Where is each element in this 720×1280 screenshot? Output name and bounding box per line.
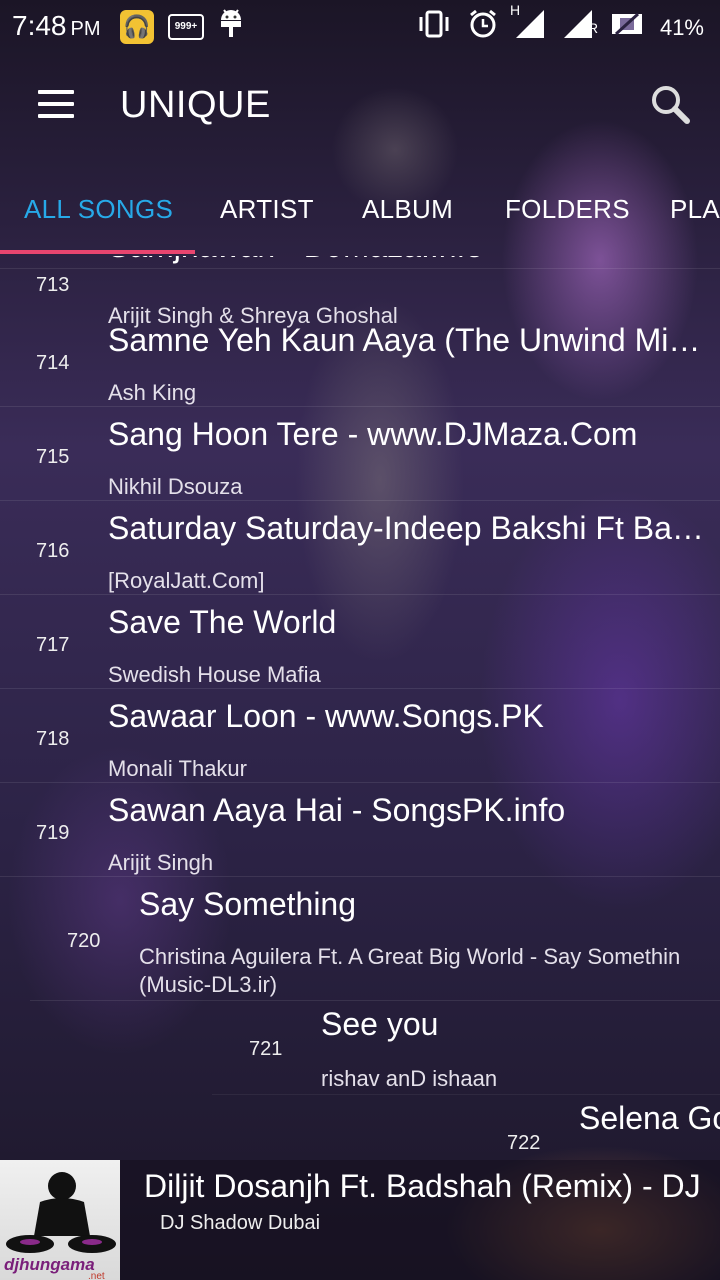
- menu-icon[interactable]: [38, 90, 74, 118]
- song-title: Sawan Aaya Hai - SongsPK.info: [108, 792, 566, 828]
- list-item[interactable]: Saturday Saturday-Indeep Bakshi Ft Ba… 7…: [0, 500, 720, 595]
- no-sim-icon: [610, 10, 644, 45]
- alarm-icon: [468, 9, 498, 46]
- song-title: Samne Yeh Kaun Aaya (The Unwind Mi…: [108, 322, 701, 358]
- tab-folders[interactable]: FOLDERS: [505, 194, 630, 225]
- song-artist: rishav anD ishaan: [321, 1066, 498, 1091]
- signal-r-icon: R: [562, 8, 598, 47]
- list-item[interactable]: Sawan Aaya Hai - SongsPK.info 719 Arijit…: [0, 782, 720, 877]
- now-playing-artist: DJ Shadow Dubai: [160, 1212, 321, 1234]
- battery-level: 41%: [659, 14, 704, 40]
- song-artist: Swedish House Mafia: [108, 662, 321, 687]
- song-list[interactable]: Samjhawan - DJMaza.Info 713 Arijit Singh…: [0, 256, 720, 1160]
- list-item[interactable]: Say Something 720 Christina Aguilera Ft.…: [30, 876, 720, 1001]
- song-artist-line2: (Music-DL3.ir): [139, 972, 278, 997]
- song-number: 720: [67, 930, 101, 952]
- song-title: Samjhawan - DJMaza.Info: [108, 256, 708, 265]
- song-title: Saturday Saturday-Indeep Bakshi Ft Ba…: [108, 510, 704, 546]
- song-title: Sawaar Loon - www.Songs.PK: [108, 698, 544, 734]
- song-artist: [RoyalJatt.Com]: [108, 568, 265, 593]
- list-item[interactable]: See you 721 rishav anD ishaan: [212, 1000, 720, 1095]
- song-artist: Ash King: [108, 380, 197, 405]
- song-artist: Christina Aguilera Ft. A Great Big World…: [139, 944, 681, 969]
- song-number: 722: [507, 1132, 541, 1154]
- tab-bar: ALL SONGS ARTIST ALBUM FOLDERS PLA: [0, 180, 720, 256]
- headphones-icon: 🎧: [120, 9, 154, 44]
- list-item[interactable]: Save The World 717 Swedish House Mafia: [0, 594, 720, 689]
- song-number: 718: [36, 728, 70, 750]
- song-artist: Arijit Singh: [108, 850, 214, 875]
- song-title: Sang Hoon Tere - www.DJMaza.Com: [108, 416, 638, 452]
- list-item[interactable]: Sang Hoon Tere - www.DJMaza.Com 715 Nikh…: [0, 406, 720, 501]
- song-artist: Monali Thakur: [108, 756, 247, 781]
- signal-h-icon: H: [510, 2, 546, 47]
- svg-text:.net: .net: [88, 1271, 105, 1280]
- tab-playlists[interactable]: PLA: [670, 194, 720, 225]
- song-title: Say Something: [139, 886, 357, 922]
- tab-indicator: [0, 250, 195, 254]
- tab-album[interactable]: ALBUM: [362, 194, 453, 225]
- list-item[interactable]: Selena Go 722: [470, 1094, 720, 1160]
- app-bar: UNIQUE: [0, 50, 720, 160]
- song-number: 717: [36, 634, 70, 656]
- song-title: See you: [321, 1006, 439, 1042]
- album-art[interactable]: djhungama .net: [0, 1160, 120, 1280]
- now-playing-bar[interactable]: djhungama .net Diljit Dosanjh Ft. Badsha…: [0, 1160, 720, 1280]
- now-playing-title: Diljit Dosanjh Ft. Badshah (Remix) - DJ: [144, 1168, 701, 1204]
- song-number: 721: [249, 1038, 283, 1060]
- vibrate-icon: [416, 10, 452, 45]
- list-item[interactable]: Samne Yeh Kaun Aaya (The Unwind Mi… 714 …: [0, 312, 720, 407]
- song-number: 714: [36, 352, 70, 374]
- status-bar: 7:48 PM 🎧 999+ H R 41%: [0, 0, 720, 50]
- tab-all-songs[interactable]: ALL SONGS: [24, 194, 173, 225]
- svg-text:djhungama: djhungama: [4, 1255, 95, 1274]
- list-item[interactable]: Samjhawan - DJMaza.Info 713 Arijit Singh…: [0, 256, 720, 328]
- list-item[interactable]: Sawaar Loon - www.Songs.PK 718 Monali Th…: [0, 688, 720, 783]
- search-icon[interactable]: [650, 84, 690, 124]
- song-number: 713: [36, 274, 70, 296]
- song-title: Save The World: [108, 604, 337, 640]
- status-time: 7:48 PM: [12, 10, 101, 41]
- notification-count-icon: 999+: [168, 13, 204, 40]
- song-number: 716: [36, 540, 70, 562]
- song-title: Selena Go: [579, 1100, 720, 1136]
- song-number: 719: [36, 822, 70, 844]
- tab-artist[interactable]: ARTIST: [220, 194, 314, 225]
- android-icon: [218, 8, 244, 45]
- dj-logo-icon: djhungama .net: [4, 1172, 116, 1280]
- app-title: UNIQUE: [120, 84, 271, 126]
- song-number: 715: [36, 446, 70, 468]
- song-artist: Nikhil Dsouza: [108, 474, 243, 499]
